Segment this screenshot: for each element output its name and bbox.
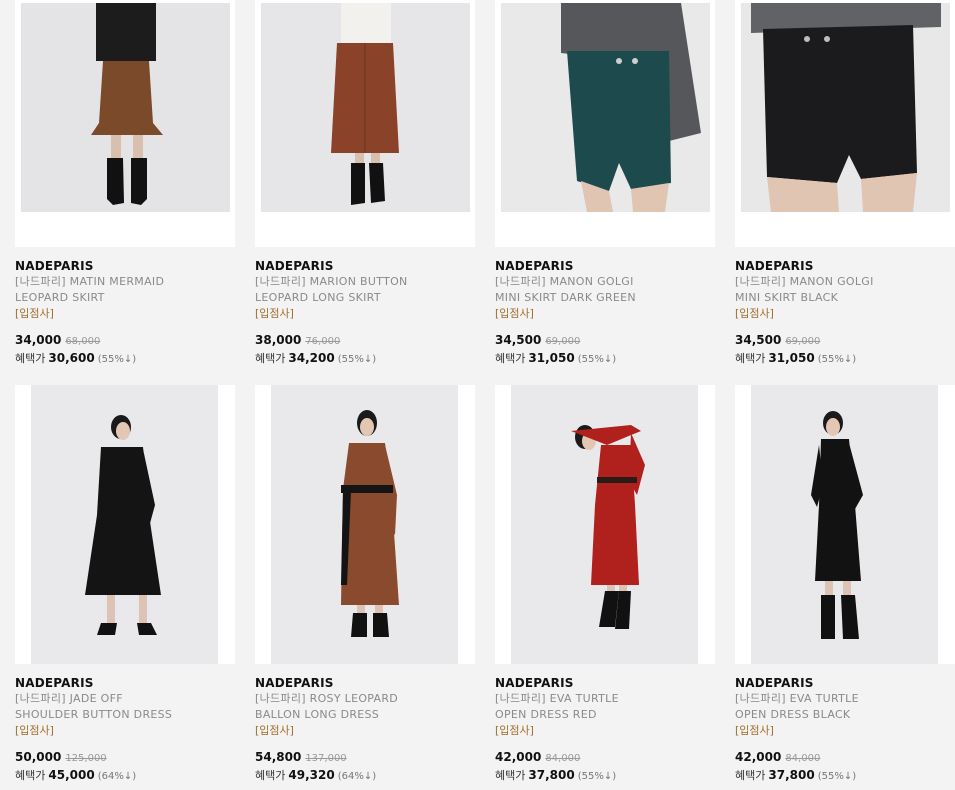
brand-name[interactable]: NADEPARIS <box>255 259 475 274</box>
product-name[interactable]: [나드파리] MATIN MERMAID <box>15 274 235 290</box>
brand-name[interactable]: NADEPARIS <box>735 676 955 691</box>
sale-price: 50,000 <box>15 750 62 764</box>
product-card[interactable]: NADEPARIS [나드파리] EVA TURTLE OPEN DRESS R… <box>495 385 715 785</box>
product-card[interactable]: NADEPARIS [나드파리] MATIN MERMAID LEOPARD S… <box>15 0 235 368</box>
product-image-frame[interactable] <box>495 385 715 664</box>
benefit-price: 37,800 <box>768 768 815 782</box>
product-card[interactable]: NADEPARIS [나드파리] ROSY LEOPARD BALLON LON… <box>255 385 475 785</box>
product-image-frame[interactable] <box>255 385 475 664</box>
benefit-price: 45,000 <box>48 768 95 782</box>
discount-rate: (55%↓) <box>337 354 377 365</box>
store-tag: [입점사] <box>255 724 294 737</box>
sale-price: 42,000 <box>735 750 782 764</box>
product-image-frame[interactable] <box>15 0 235 247</box>
store-tag: [입점사] <box>15 724 54 737</box>
benefit-price: 30,600 <box>48 351 95 365</box>
store-tag: [입점사] <box>495 724 534 737</box>
brand-name[interactable]: NADEPARIS <box>495 676 715 691</box>
product-photo[interactable] <box>271 385 458 664</box>
product-photo[interactable] <box>21 3 230 212</box>
product-photo[interactable] <box>511 385 698 664</box>
original-price: 69,000 <box>785 336 821 347</box>
product-image-frame[interactable] <box>495 0 715 247</box>
product-photo[interactable] <box>501 3 710 212</box>
sale-price: 34,500 <box>495 333 542 347</box>
product-photo[interactable] <box>741 3 950 212</box>
product-photo[interactable] <box>261 3 470 212</box>
benefit-label: 혜택가 <box>15 352 46 365</box>
benefit-price: 49,320 <box>288 768 335 782</box>
sale-price: 54,800 <box>255 750 302 764</box>
discount-rate: (55%↓) <box>817 354 857 365</box>
sale-price: 42,000 <box>495 750 542 764</box>
product-card[interactable]: NADEPARIS [나드파리] MARION BUTTON LEOPARD L… <box>255 0 475 368</box>
original-price: 125,000 <box>65 753 107 764</box>
benefit-label: 혜택가 <box>735 352 766 365</box>
discount-rate: (55%↓) <box>97 354 137 365</box>
store-tag: [입점사] <box>255 307 294 320</box>
benefit-label: 혜택가 <box>255 352 286 365</box>
benefit-label: 혜택가 <box>495 769 526 782</box>
product-name[interactable]: [나드파리] MARION BUTTON <box>255 274 475 290</box>
product-name[interactable]: [나드파리] JADE OFF <box>15 691 235 707</box>
original-price: 68,000 <box>65 336 101 347</box>
original-price: 69,000 <box>545 336 581 347</box>
product-name-line2[interactable]: SHOULDER BUTTON DRESS <box>15 707 235 723</box>
brand-name[interactable]: NADEPARIS <box>495 259 715 274</box>
product-card[interactable]: NADEPARIS [나드파리] JADE OFF SHOULDER BUTTO… <box>15 385 235 785</box>
sale-price: 34,000 <box>15 333 62 347</box>
product-image-frame[interactable] <box>735 385 955 664</box>
sale-price: 34,500 <box>735 333 782 347</box>
product-card[interactable]: NADEPARIS [나드파리] MANON GOLGI MINI SKIRT … <box>735 0 955 368</box>
product-name[interactable]: [나드파리] MANON GOLGI <box>735 274 955 290</box>
brand-name[interactable]: NADEPARIS <box>15 676 235 691</box>
brand-name[interactable]: NADEPARIS <box>15 259 235 274</box>
product-image-frame[interactable] <box>255 0 475 247</box>
product-photo[interactable] <box>31 385 218 664</box>
store-tag: [입점사] <box>495 307 534 320</box>
benefit-price: 31,050 <box>768 351 815 365</box>
benefit-label: 혜택가 <box>15 769 46 782</box>
original-price: 84,000 <box>785 753 821 764</box>
store-tag: [입점사] <box>735 307 774 320</box>
product-name[interactable]: [나드파리] ROSY LEOPARD <box>255 691 475 707</box>
benefit-label: 혜택가 <box>255 769 286 782</box>
benefit-price: 37,800 <box>528 768 575 782</box>
product-name[interactable]: [나드파리] EVA TURTLE <box>495 691 715 707</box>
brand-name[interactable]: NADEPARIS <box>735 259 955 274</box>
product-photo[interactable] <box>751 385 938 664</box>
store-tag: [입점사] <box>15 307 54 320</box>
product-card[interactable]: NADEPARIS [나드파리] MANON GOLGI MINI SKIRT … <box>495 0 715 368</box>
product-image-frame[interactable] <box>735 0 955 247</box>
product-image-frame[interactable] <box>15 385 235 664</box>
store-tag: [입점사] <box>735 724 774 737</box>
sale-price: 38,000 <box>255 333 302 347</box>
discount-rate: (55%↓) <box>577 354 617 365</box>
original-price: 137,000 <box>305 753 347 764</box>
brand-name[interactable]: NADEPARIS <box>255 676 475 691</box>
product-name[interactable]: [나드파리] EVA TURTLE <box>735 691 955 707</box>
product-name-line2[interactable]: MINI SKIRT BLACK <box>735 290 955 306</box>
product-name-line2[interactable]: LEOPARD SKIRT <box>15 290 235 306</box>
discount-rate: (64%↓) <box>337 771 377 782</box>
product-name-line2[interactable]: OPEN DRESS RED <box>495 707 715 723</box>
original-price: 76,000 <box>305 336 341 347</box>
product-name-line2[interactable]: MINI SKIRT DARK GREEN <box>495 290 715 306</box>
benefit-price: 31,050 <box>528 351 575 365</box>
discount-rate: (55%↓) <box>817 771 857 782</box>
benefit-price: 34,200 <box>288 351 335 365</box>
product-name-line2[interactable]: BALLON LONG DRESS <box>255 707 475 723</box>
benefit-label: 혜택가 <box>735 769 766 782</box>
benefit-label: 혜택가 <box>495 352 526 365</box>
original-price: 84,000 <box>545 753 581 764</box>
product-name-line2[interactable]: LEOPARD LONG SKIRT <box>255 290 475 306</box>
product-name-line2[interactable]: OPEN DRESS BLACK <box>735 707 955 723</box>
product-name[interactable]: [나드파리] MANON GOLGI <box>495 274 715 290</box>
product-card[interactable]: NADEPARIS [나드파리] EVA TURTLE OPEN DRESS B… <box>735 385 955 785</box>
discount-rate: (64%↓) <box>97 771 137 782</box>
discount-rate: (55%↓) <box>577 771 617 782</box>
